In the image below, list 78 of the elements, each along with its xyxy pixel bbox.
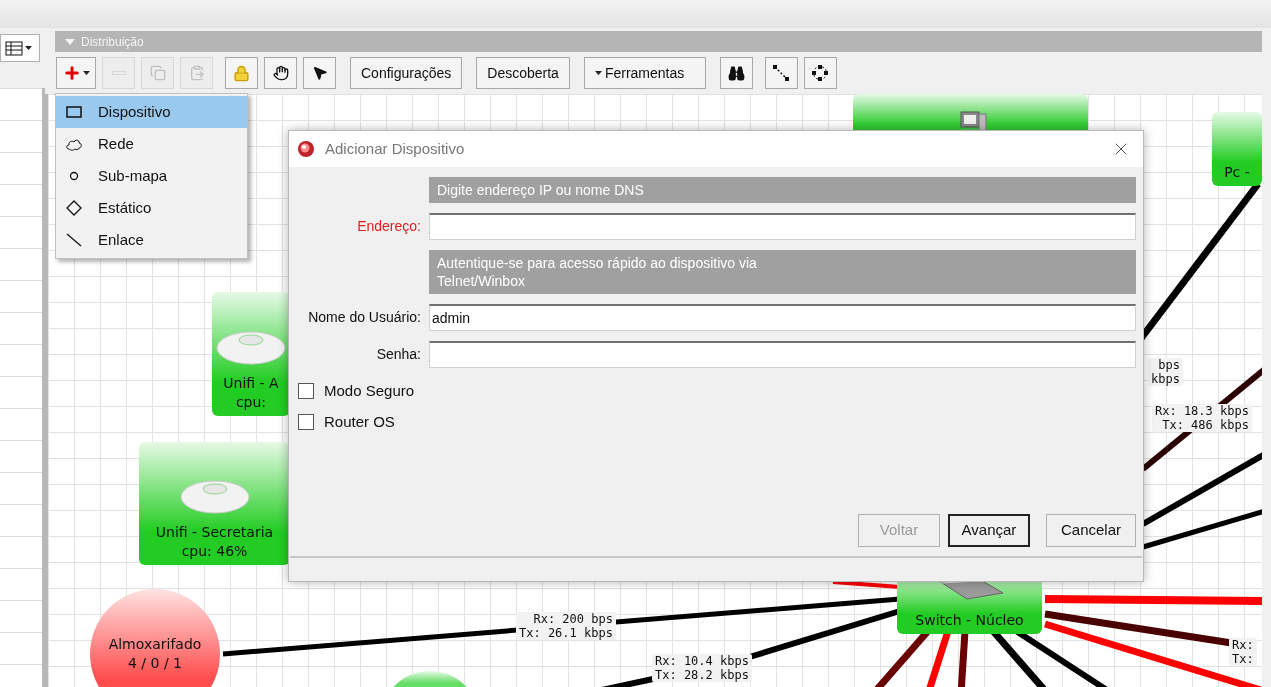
dialog-button[interactable]: Avançar [948,514,1030,547]
caret-icon [82,71,90,75]
traffic-text: bps [1158,358,1180,372]
node-label: Almoxarifado [108,635,202,654]
input-field[interactable] [429,213,1136,240]
checkbox[interactable] [298,413,314,430]
circle-layout-icon [811,64,830,82]
checkbox-label: Router OS [324,411,395,432]
cloud-icon [65,137,83,151]
collapse-icon [65,38,75,45]
plus-icon [62,64,81,82]
field-label: Senha: [375,345,422,364]
toolbar-button[interactable]: Configurações [350,57,463,89]
device-node[interactable]: Unifi - A cpu: [212,292,290,416]
toolbar-button[interactable]: Ferramentas [583,57,706,89]
traffic-text: Rx: 18.3 kbps [1155,404,1249,418]
section-header-text: Autentique-se para acesso rápido ao dispositivo via [437,254,758,272]
section-header-text: Digite endereço IP ou nome DNS [437,181,645,199]
add-button[interactable] [56,57,96,89]
view-menu-button[interactable] [0,34,40,62]
dialog-title: Adicionar Dispositivo [325,138,466,159]
circle-layout-button[interactable] [803,57,837,89]
binoculars-icon [727,64,745,82]
menu-item-label: Sub-mapa [98,165,168,186]
paste-icon [188,65,205,81]
cursor-icon [311,65,328,81]
menu-item[interactable]: Sub-mapa [56,160,247,192]
menu-item-label: Estático [98,197,152,218]
caret-icon [25,46,32,50]
checkbox[interactable] [298,383,314,400]
circle-icon [69,171,79,181]
field-label: Nome do Usuário: [307,308,422,327]
traffic-text: Tx: 28.2 kbps [655,668,749,682]
rectangle-icon [66,106,82,118]
node-label: cpu: 46% [181,542,248,561]
traffic-text: Tx: 26.1 kbps [519,626,613,640]
lock-icon [233,64,250,82]
hand-icon [272,65,289,81]
node-label: 4 / 0 / 1 [128,654,182,673]
section-header-text: Telnet/Winbox [437,272,526,290]
pan-button[interactable] [264,57,297,89]
menu-item-label: Rede [98,133,134,154]
traffic-text: kbps [1151,372,1180,386]
line-icon [66,233,82,247]
input-field[interactable]: admin [429,304,1136,331]
node-label: cpu: [235,393,267,412]
menu-item-label: Enlace [98,229,144,250]
field-label: Endereço: [356,217,422,236]
menu-item[interactable]: Dispositivo [56,96,247,128]
caret-icon [594,71,602,75]
app-icon [297,140,315,158]
copy-icon [149,65,166,81]
input-field[interactable] [429,341,1136,368]
table-icon [5,40,23,56]
link-layout-button[interactable] [764,57,798,89]
traffic-text: Rx: [1232,638,1254,652]
traffic-text: Rx: 200 bps [533,612,613,626]
node-label: Unifi - A [223,374,279,393]
device-node[interactable]: Unifi - Secretaria cpu: 46% [139,442,290,565]
menu-item[interactable]: Enlace [56,224,247,256]
diamond-icon [66,200,82,216]
menu-item[interactable]: Rede [56,128,247,160]
device-node[interactable]: Pc - [1212,112,1262,186]
menu-item[interactable]: Estático [56,192,247,224]
find-button[interactable] [719,57,753,89]
toolbar-button[interactable]: Descoberta [476,57,570,89]
traffic-text: Tx: [1232,652,1254,666]
node-label: Switch - Núcleo [915,611,1024,630]
diagonal-link-icon [772,64,791,82]
select-button[interactable] [303,57,336,89]
menu-item-label: Dispositivo [98,101,171,122]
traffic-text: Tx: 486 kbps [1162,418,1249,432]
dialog-button[interactable]: Cancelar [1046,514,1136,547]
panel-title: Distribuição [81,33,144,51]
checkbox-label: Modo Seguro [324,381,415,401]
node-label: Pc - [1224,163,1250,182]
traffic-text: Rx: 10.4 kbps [655,654,749,668]
node-label: Unifi - Secretaria [155,523,274,542]
